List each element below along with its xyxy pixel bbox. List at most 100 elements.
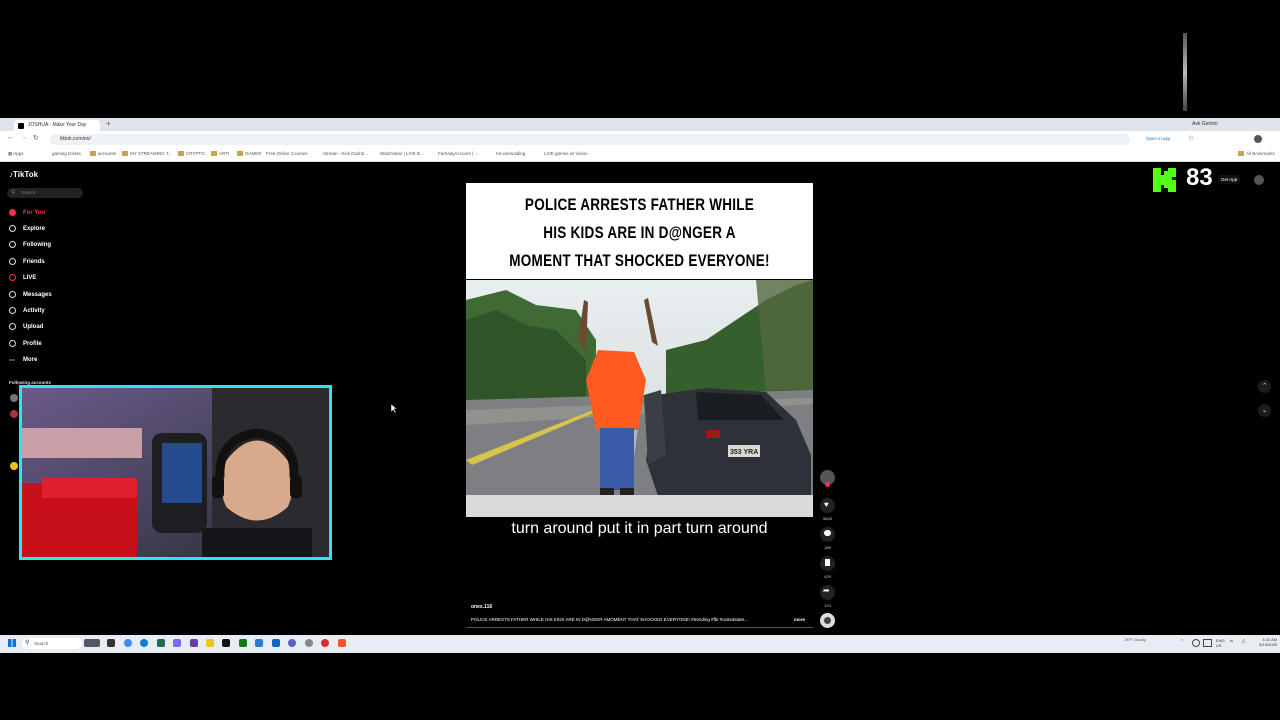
bookmark-item[interactable]: accounts [90, 151, 116, 157]
nav-profile[interactable]: Profile [9, 339, 42, 349]
app-icon[interactable] [190, 639, 198, 647]
nav-for-you[interactable]: For You [9, 208, 45, 218]
video-description: POLICE ARRESTS FATHER WHILE HIS KIDS ARE… [471, 617, 748, 622]
video-caption: turn around put it in part turn around [511, 520, 768, 537]
nav-friends[interactable]: Friends [9, 257, 45, 267]
linkedin-icon[interactable] [272, 639, 280, 647]
friends-icon [9, 257, 16, 265]
live-icon [9, 273, 16, 281]
get-app-button[interactable]: Get App [1218, 175, 1241, 184]
forward-icon[interactable]: → [20, 134, 27, 141]
edge-icon[interactable] [140, 639, 148, 647]
brave-icon[interactable] [338, 639, 346, 647]
profile-icon [9, 339, 16, 347]
compass-icon [9, 224, 16, 232]
address-bar-row: ← → ↻ tiktok.com/en/ Open in app ☆ [0, 131, 1280, 149]
follow-plus-icon[interactable] [825, 482, 830, 487]
new-tab-icon[interactable]: + [106, 119, 111, 128]
share-count: 123 [824, 603, 831, 608]
chrome-icon[interactable] [124, 639, 132, 647]
tray-icon[interactable] [1192, 639, 1200, 647]
browser-tab[interactable]: JOSHUA - Make Your Day [14, 120, 100, 131]
app-icon[interactable] [255, 639, 263, 647]
apps-icon[interactable]: ▦ Apps [8, 151, 24, 157]
bookmark-item[interactable]: Stream - Kick Dashb... [323, 151, 368, 156]
previous-video-button[interactable]: ⌃ [1258, 380, 1271, 393]
back-icon[interactable]: ← [7, 134, 14, 141]
followed-account-avatar[interactable] [10, 394, 18, 402]
clock-date: 8/19/2025 [1259, 642, 1277, 647]
widgets-icon[interactable] [84, 639, 100, 647]
bookmarks-bar: ▦ Apps gaming tickets accounts MY STREAM… [0, 148, 1280, 162]
bookmark-star-icon[interactable]: ☆ [1188, 134, 1194, 142]
creator-username[interactable]: ones.116 [471, 604, 492, 610]
app-icon[interactable] [173, 639, 181, 647]
bookmark-item[interactable]: ARTI [211, 151, 229, 157]
bookmark-icon [825, 559, 830, 566]
nav-live[interactable]: LIVE [9, 273, 36, 283]
nav-activity[interactable]: Activity [9, 306, 45, 316]
bookmark-item[interactable]: MY STREAMING T... [122, 151, 172, 157]
file-explorer-icon[interactable] [206, 639, 214, 647]
comment-icon [824, 530, 831, 536]
all-bookmarks[interactable]: All Bookmarks [1238, 151, 1275, 157]
nav-upload[interactable]: Upload [9, 322, 43, 332]
x-icon[interactable] [222, 639, 230, 647]
nav-following[interactable]: Following [9, 240, 51, 250]
weather-widget[interactable]: 78°F Cloudy [1124, 637, 1146, 642]
bookmark-item[interactable]: CRYPTO [178, 151, 205, 157]
excel-icon[interactable] [239, 639, 247, 647]
app-icon[interactable] [321, 639, 329, 647]
bookmark-item[interactable]: Watchstars | LIVE B... [380, 151, 424, 156]
save-count: 429 [824, 574, 831, 579]
next-video-button[interactable]: ⌄ [1258, 404, 1271, 417]
license-plate: 353 YRA [730, 449, 758, 456]
app-icon[interactable] [305, 639, 313, 647]
open-in-app-button[interactable]: Open in app [1146, 136, 1171, 141]
profile-avatar[interactable] [1254, 135, 1262, 143]
window-edge-graphic [1183, 33, 1187, 111]
more-button[interactable]: more [794, 617, 805, 622]
video-progress-bar[interactable] [466, 627, 813, 628]
search-icon: ⚲ [25, 640, 30, 646]
bookmark-item[interactable]: FarhadyAccount | ... [438, 151, 478, 156]
tiktok-logo[interactable]: ♪TikTok [9, 170, 38, 179]
video-player[interactable]: POLICE ARRESTS FATHER WHILE HIS KIDS ARE… [466, 183, 813, 517]
windows-start-icon[interactable] [8, 639, 16, 647]
reload-icon[interactable]: ↻ [33, 134, 39, 142]
followed-account-avatar[interactable] [10, 462, 18, 470]
headline-line: POLICE ARRESTS FATHER WHILE [524, 196, 755, 214]
task-view-icon[interactable] [107, 639, 115, 647]
bookmark-item[interactable]: GAMER [237, 151, 262, 157]
app-icon[interactable] [157, 639, 165, 647]
taskbar-search-input[interactable]: Search [22, 638, 82, 649]
bookmark-item[interactable]: Free Online Courses [266, 151, 308, 156]
nav-messages[interactable]: Messages [9, 290, 52, 300]
url-input[interactable]: tiktok.com/en/ [50, 134, 1130, 145]
video-headline: POLICE ARRESTS FATHER WHILE HIS KIDS ARE… [497, 191, 782, 275]
viewer-count: 83 [1186, 164, 1213, 191]
teams-icon[interactable] [288, 639, 296, 647]
bookmark-item[interactable]: gaming tickets [52, 151, 81, 156]
nav-explore[interactable]: Explore [9, 224, 45, 234]
home-icon [9, 208, 16, 216]
ask-gemini-button[interactable]: Ask Gemini [1192, 121, 1218, 127]
tray-chevron-icon[interactable]: ⌃ [1180, 639, 1184, 645]
nav-more[interactable]: ⋯ More [9, 355, 37, 365]
search-input[interactable]: Search [7, 188, 83, 198]
bookmark-item[interactable]: LIVE games w/ Vision [544, 151, 588, 156]
taskbar-clock[interactable]: 4:31 AM 8/19/2025 [1252, 637, 1277, 647]
account-avatar[interactable] [1254, 175, 1264, 185]
language-indicator[interactable]: ENG US [1216, 638, 1225, 648]
volume-icon[interactable]: ♫ [1241, 639, 1246, 645]
tray-icon[interactable] [1203, 639, 1212, 647]
search-icon: ⚲ [11, 190, 16, 196]
followed-account-avatar[interactable] [10, 410, 18, 418]
like-count: 5843 [823, 516, 832, 521]
bookmark-item[interactable]: Kit.workcading [496, 151, 525, 156]
browser-tab-bar: JOSHUA - Make Your Day + Ask Gemini [0, 118, 1280, 131]
wifi-icon[interactable]: ≈ [1230, 639, 1233, 645]
comment-count: 189 [824, 545, 831, 550]
heart-icon: ♥ [824, 500, 829, 509]
dashcam-footage: 353 YRA [466, 280, 813, 517]
